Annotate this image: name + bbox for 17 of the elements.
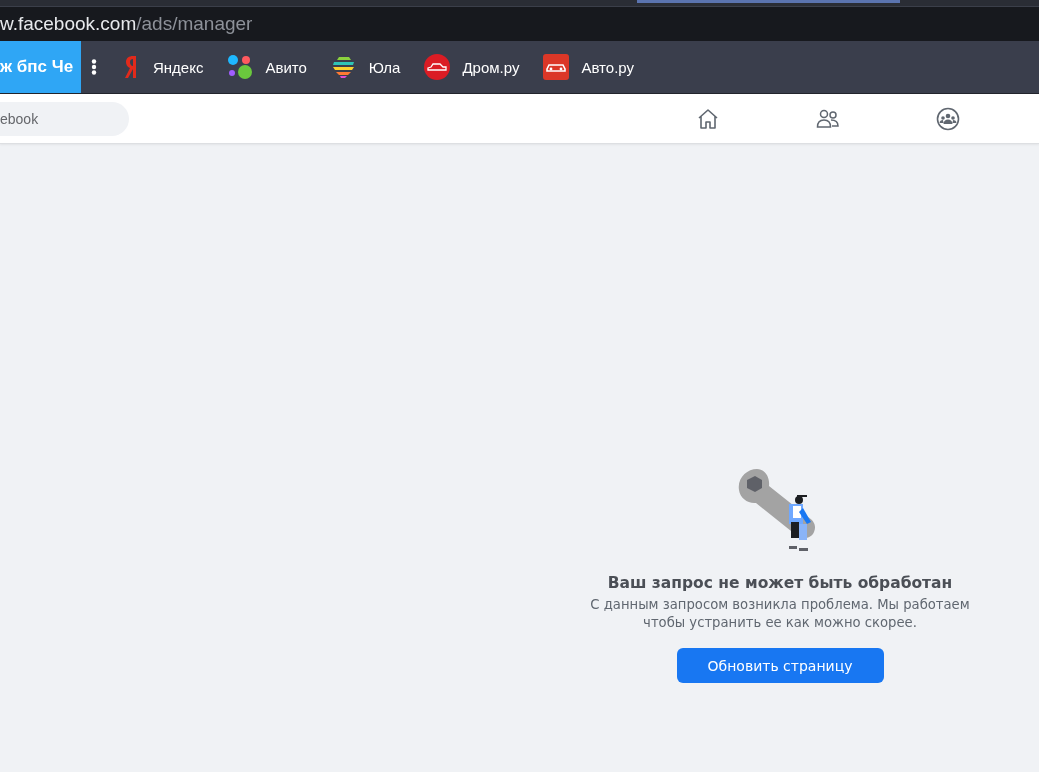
car-circle-icon [424,54,451,80]
error-message: С данным запросом возникла проблема. Мы работаем чтобы устранить ее как можно скорее. [589,596,971,632]
car-square-icon [543,54,570,80]
striped-icon [330,55,357,79]
bookmark-link[interactable]: Дром.ру [424,54,520,80]
home-icon[interactable] [696,106,720,131]
colored-dots-icon [227,54,254,80]
address-bar-url[interactable]: w.facebook.com/ads/manager [0,13,253,35]
search-field[interactable]: ebook [0,101,129,136]
more-options-icon[interactable] [91,59,97,75]
error-title: Ваш запрос не может быть обработан [607,574,953,592]
bookmark-link[interactable]: Авто.ру [543,54,634,80]
bookmark-link[interactable]: Авито [227,54,307,80]
bookmark-link[interactable]: Яндекс [123,54,204,80]
reload-page-button[interactable]: Обновить страницу [676,648,884,683]
group-icon[interactable] [936,106,960,131]
bookmark-link[interactable]: Юла [330,55,401,79]
